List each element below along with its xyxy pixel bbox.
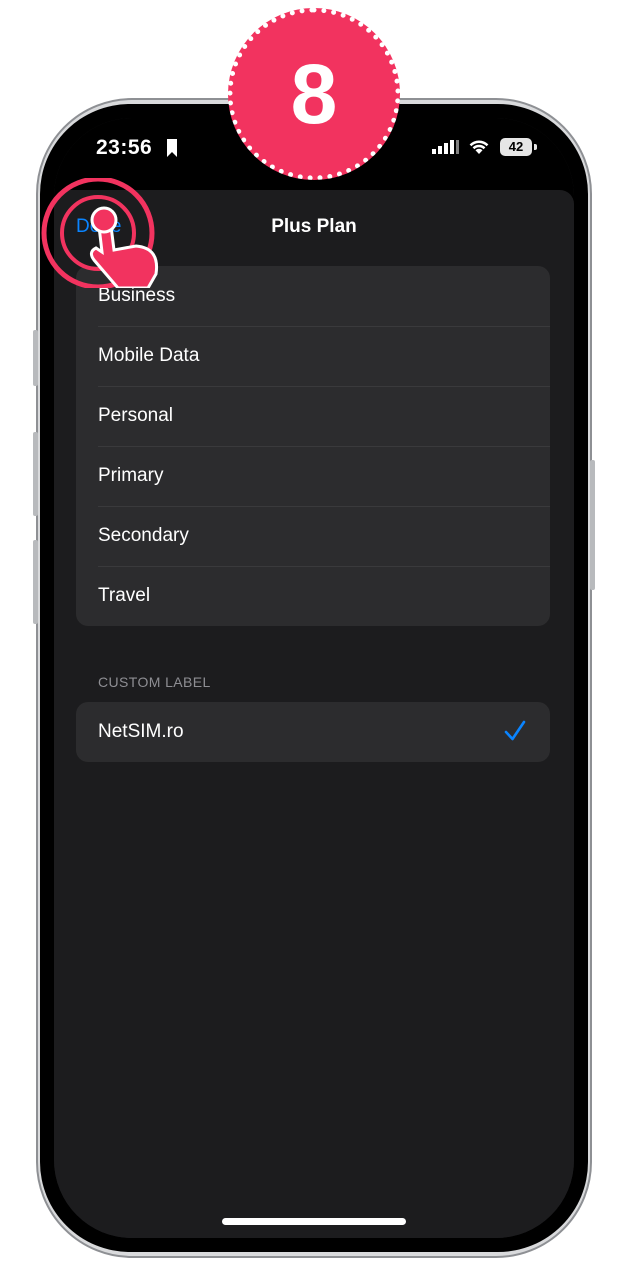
label-option-secondary[interactable]: Secondary (76, 506, 550, 566)
cellular-signal-icon (432, 140, 459, 154)
label-option-personal[interactable]: Personal (76, 386, 550, 446)
label-options-list: Business Mobile Data Personal Primary Se… (76, 266, 550, 626)
checkmark-icon (504, 720, 526, 741)
action-button (33, 330, 38, 386)
tap-hand-icon (41, 178, 159, 288)
status-time: 23:56 (96, 136, 153, 159)
volume-up-button (33, 432, 38, 516)
bookmark-icon (167, 139, 177, 157)
custom-label-header: CUSTOM LABEL (98, 674, 211, 690)
power-button (590, 460, 595, 590)
battery-icon: 42 (500, 138, 532, 156)
custom-label-row[interactable]: NetSIM.ro (76, 702, 550, 762)
custom-label-list: NetSIM.ro (76, 702, 550, 762)
label-option-mobile-data[interactable]: Mobile Data (76, 326, 550, 386)
home-indicator[interactable] (222, 1218, 406, 1225)
wifi-icon (469, 140, 489, 154)
label-option-travel[interactable]: Travel (76, 566, 550, 626)
volume-down-button (33, 540, 38, 624)
label-option-primary[interactable]: Primary (76, 446, 550, 506)
step-number-badge: 8 (228, 8, 400, 180)
label-picker-sheet: Done Plus Plan Business Mobile Data Pers… (54, 190, 574, 1238)
custom-label-value: NetSIM.ro (98, 721, 184, 742)
battery-tip (534, 144, 537, 150)
